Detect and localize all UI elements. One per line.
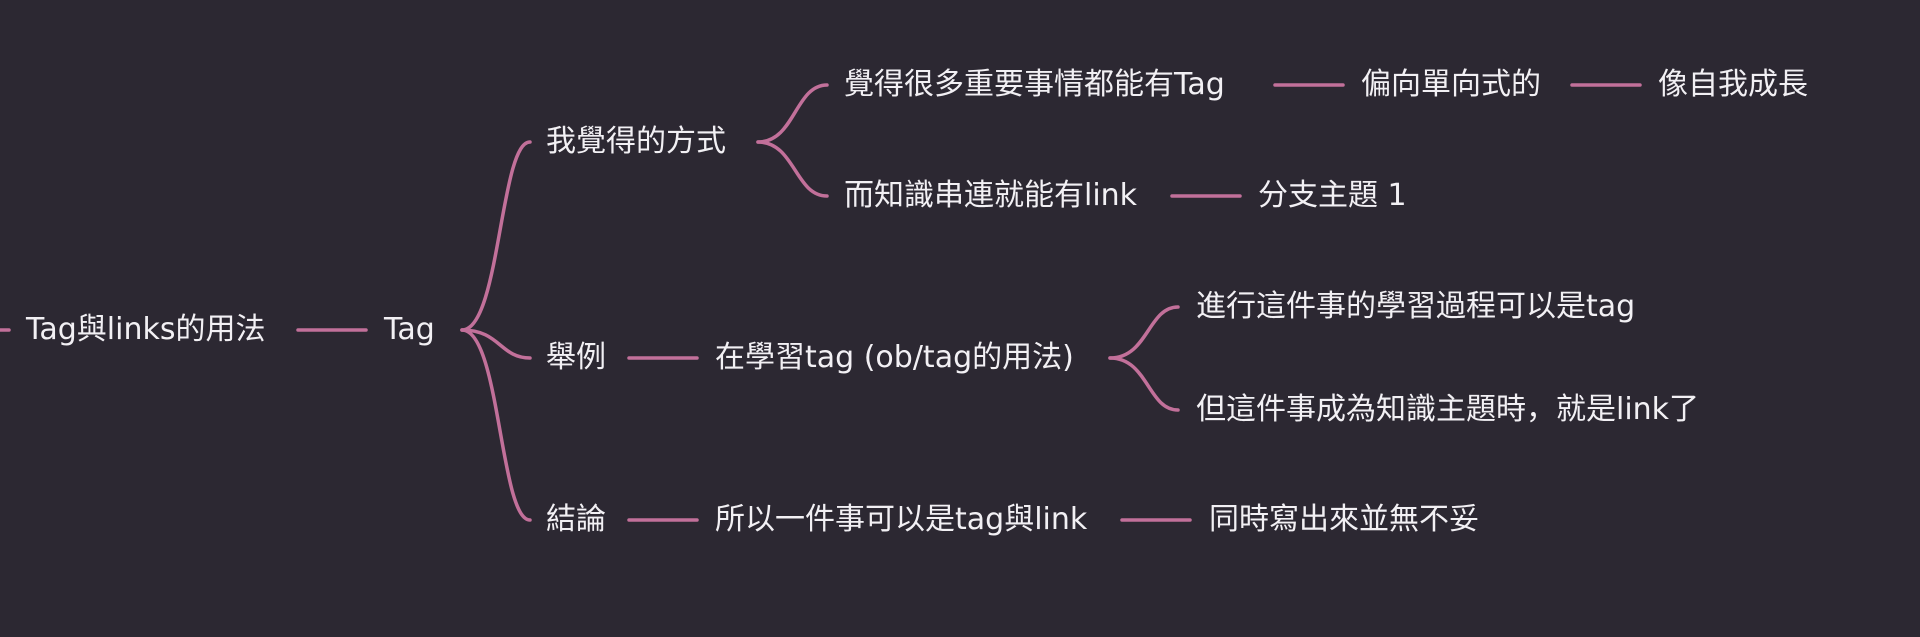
connector-my-way-link-idea (756, 140, 829, 198)
topic-topic-link[interactable]: 但這件事成為知識主題時，就是link了 (1196, 395, 1699, 425)
connector-learning-tag-topic-link (1108, 356, 1180, 412)
topic-subtopic-1[interactable]: 分支主題 1 (1258, 181, 1407, 211)
topic-tag[interactable]: Tag (384, 315, 435, 345)
topic-conclusion[interactable]: 結論 (546, 505, 606, 535)
topic-one-way[interactable]: 偏向單向式的 (1361, 70, 1541, 100)
topic-example[interactable]: 舉例 (546, 343, 606, 373)
topic-learning-tag[interactable]: 在學習tag (ob/tag的用法) (715, 343, 1074, 373)
topic-link-idea[interactable]: 而知識串連就能有link (844, 181, 1137, 211)
mindmap-canvas: Tag與links的用法 Tag 我覺得的方式 覺得很多重要事情都能有Tag 偏… (0, 0, 1920, 637)
root-topic[interactable]: Tag與links的用法 (26, 315, 265, 345)
topic-self-growth[interactable]: 像自我成長 (1658, 70, 1808, 100)
connector-tag-my-way (460, 140, 532, 332)
connector-my-way-tag-idea (756, 83, 829, 144)
topic-process-tag[interactable]: 進行這件事的學習過程可以是tag (1196, 292, 1635, 322)
topic-my-way[interactable]: 我覺得的方式 (546, 127, 726, 157)
topic-both[interactable]: 所以一件事可以是tag與link (715, 505, 1087, 535)
topic-no-problem[interactable]: 同時寫出來並無不妥 (1209, 505, 1479, 535)
connector-learning-tag-process (1108, 305, 1180, 360)
topic-tag-idea[interactable]: 覺得很多重要事情都能有Tag (844, 70, 1225, 100)
